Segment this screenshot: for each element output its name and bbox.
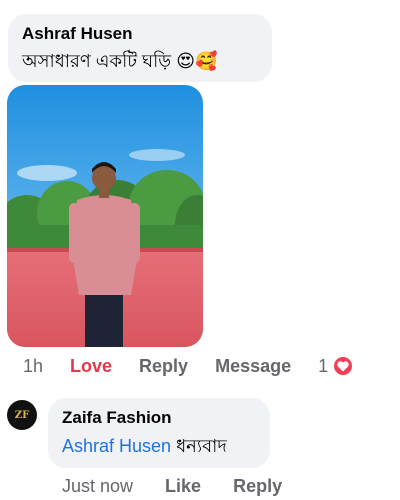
reply-author[interactable]: Zaifa Fashion [62, 408, 256, 428]
comment-actions: 1h Love Reply Message 1 [23, 355, 381, 377]
reply-time[interactable]: Just now [62, 476, 133, 497]
reaction-summary[interactable]: 1 [318, 355, 381, 377]
reply-bubble: Zaifa Fashion Ashraf Husen ধন্যবাদ [48, 398, 270, 468]
comment-time[interactable]: 1h [23, 356, 43, 377]
comment-text: অসাধারণ একটি ঘড়ি 😍🥰 [22, 48, 258, 75]
avatar-logo-text: ZF [14, 409, 30, 421]
message-button[interactable]: Message [215, 356, 291, 377]
reply-button[interactable]: Reply [139, 356, 188, 377]
emoji-group: 😍🥰 [176, 51, 218, 72]
comment-author[interactable]: Ashraf Husen [22, 24, 258, 44]
reply-text: Ashraf Husen ধন্যবাদ [62, 434, 256, 458]
mention-link[interactable]: Ashraf Husen [62, 436, 171, 456]
like-button[interactable]: Like [165, 476, 201, 497]
love-button[interactable]: Love [70, 356, 112, 377]
reply-actions: Just now Like Reply [62, 476, 314, 497]
photo-image [7, 85, 203, 347]
heart-icon [332, 355, 355, 377]
avatar[interactable]: ZF [7, 400, 37, 430]
reaction-count: 1 [318, 355, 329, 376]
comment-bubble: Ashraf Husen অসাধারণ একটি ঘড়ি 😍🥰 [8, 14, 272, 82]
comment-body: অসাধারণ একটি ঘড়ি [22, 51, 172, 71]
reply-reply-button[interactable]: Reply [233, 476, 282, 497]
reply-body: ধন্যবাদ [176, 436, 227, 456]
comment-photo[interactable] [7, 85, 203, 347]
